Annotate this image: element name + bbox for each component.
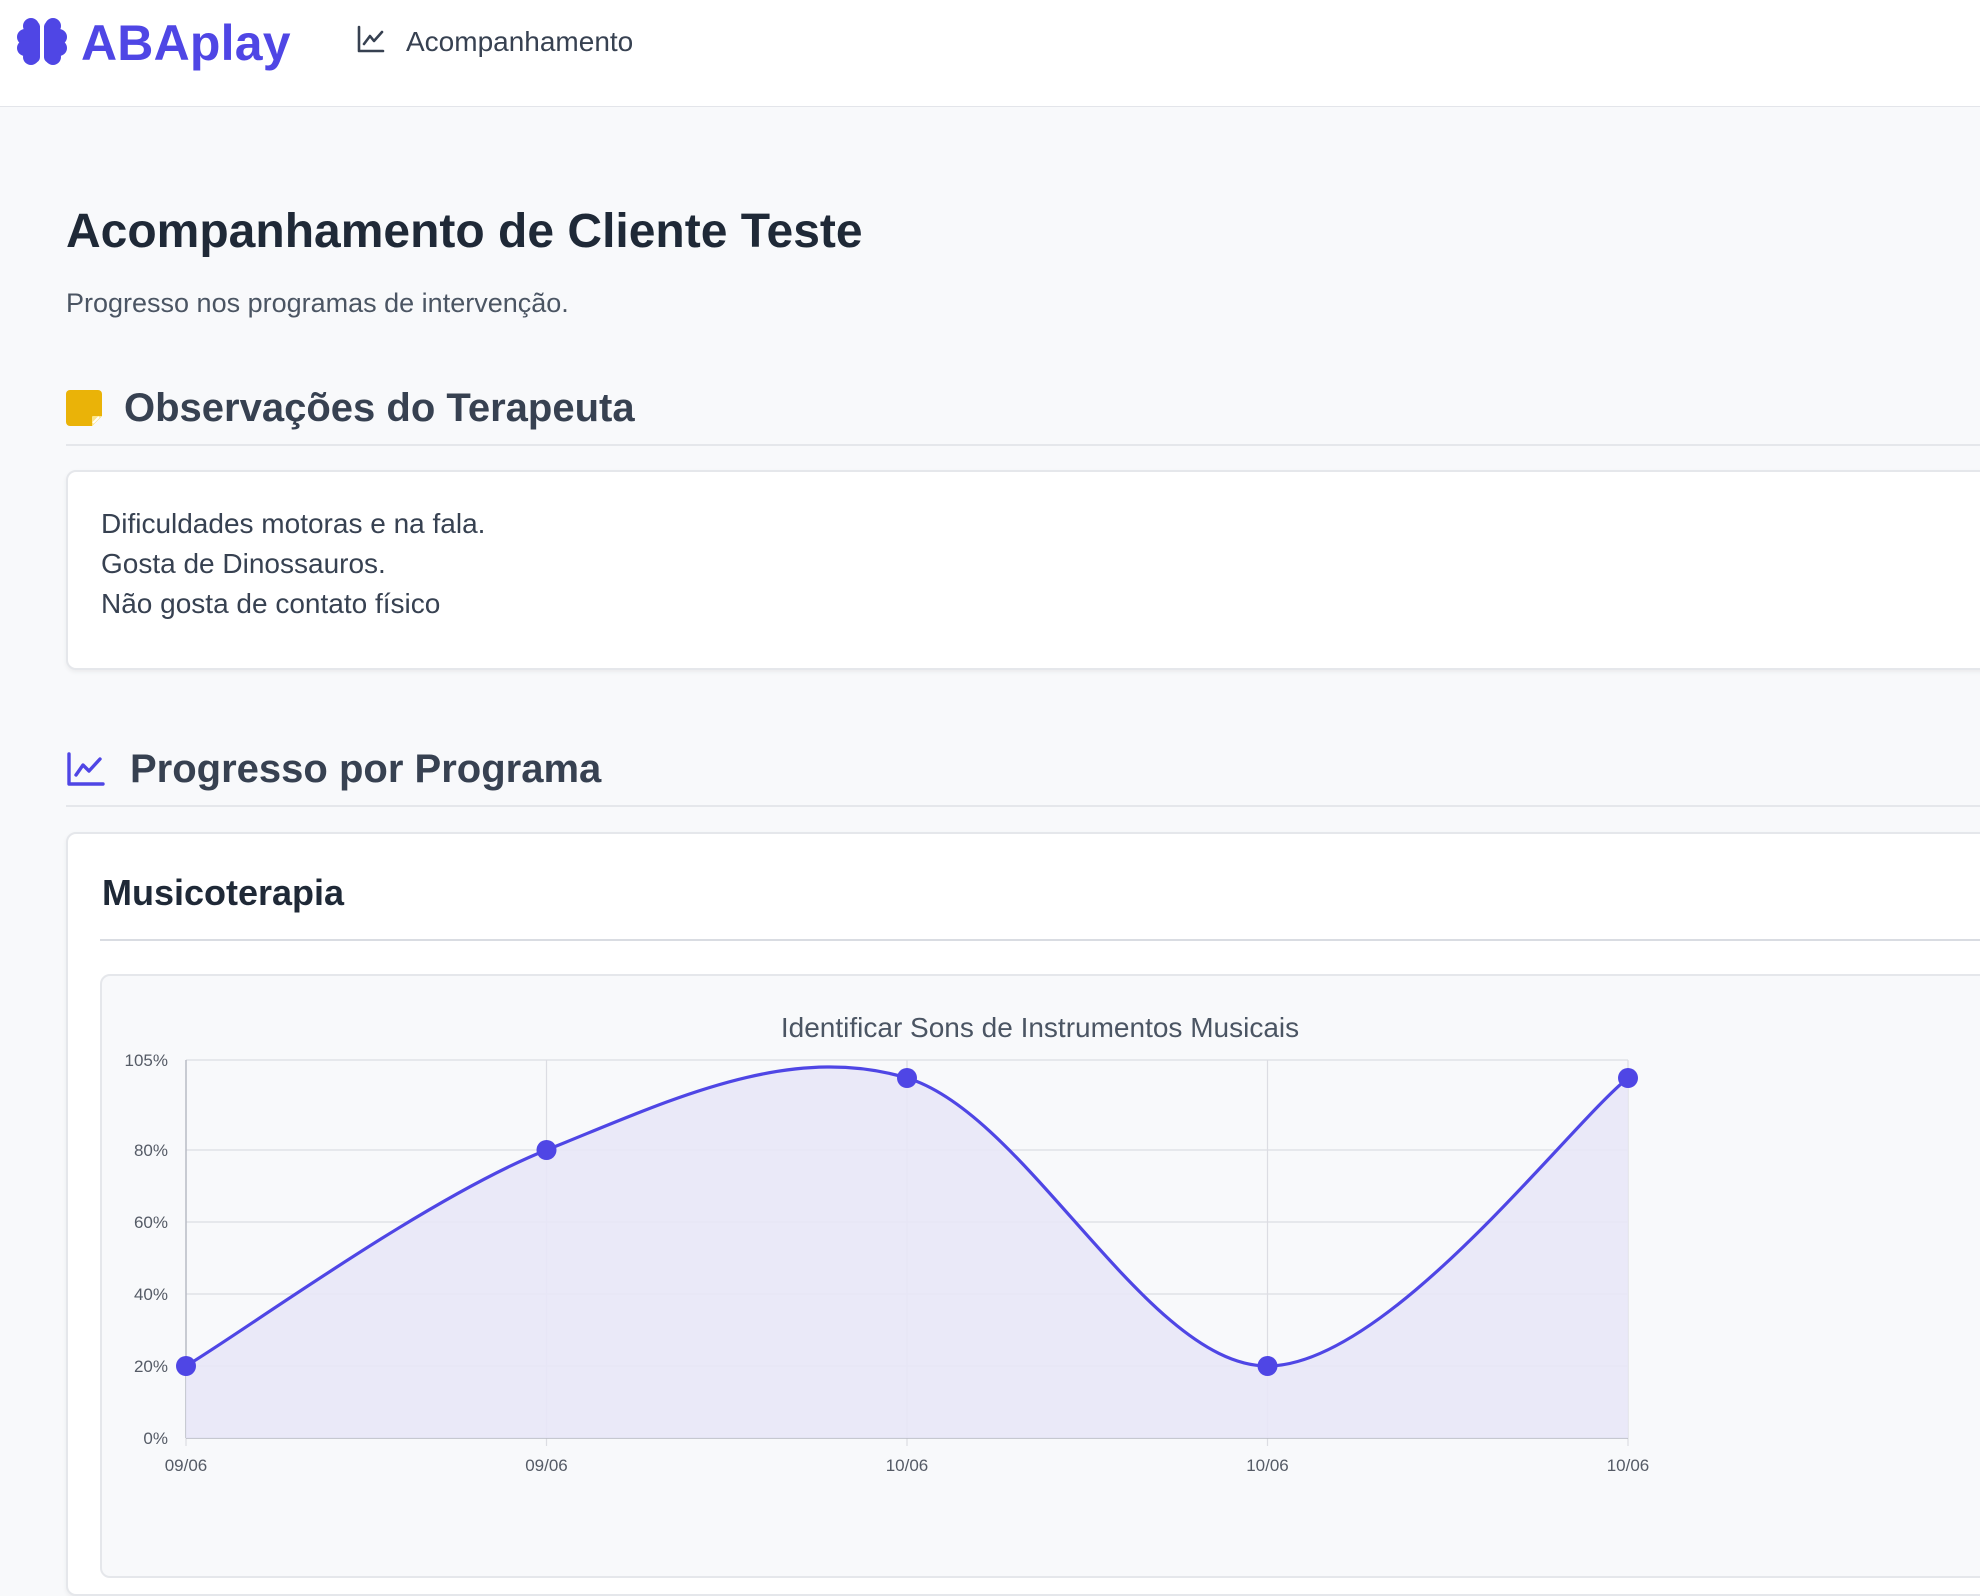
y-tick-label: 20% — [134, 1357, 168, 1376]
nav-acompanhamento[interactable]: Acompanhamento — [356, 24, 633, 59]
y-tick-label: 105% — [125, 1051, 168, 1070]
series-area — [186, 1067, 1628, 1438]
x-tick-label: 10/06 — [1607, 1456, 1650, 1475]
nav-label: Acompanhamento — [406, 25, 634, 57]
data-point — [536, 1140, 557, 1160]
observations-card: Dificuldades motoras e na fala. Gosta de… — [66, 470, 1980, 670]
x-tick-label: 09/06 — [165, 1456, 208, 1475]
y-tick-label: 60% — [134, 1213, 168, 1232]
divider — [100, 939, 1980, 941]
chart-container: Identificar Sons de Instrumentos Musicai… — [100, 974, 1980, 1578]
chart-line-icon — [66, 751, 106, 787]
observation-line: Gosta de Dinossauros. — [101, 548, 386, 579]
progress-title: Progresso por Programa — [130, 746, 602, 791]
brand-name: ABAplay — [81, 15, 291, 71]
data-point — [897, 1068, 917, 1088]
brand-logo[interactable]: ABAplay — [17, 14, 291, 72]
top-navbar: ABAplay Acompanhamento — [0, 0, 1980, 107]
observations-title: Observações do Terapeuta — [124, 385, 635, 430]
program-card: Musicoterapia Identificar Sons de Instru… — [66, 832, 1980, 1596]
page-subtitle: Progresso nos programas de intervenção. — [66, 288, 569, 318]
observation-line: Não gosta de contato físico — [101, 588, 441, 619]
progress-header: Progresso por Programa — [66, 733, 1980, 807]
y-tick-label: 0% — [143, 1429, 168, 1448]
data-point — [1618, 1068, 1638, 1088]
program-title: Musicoterapia — [102, 872, 345, 913]
chart-line-icon — [356, 24, 386, 59]
observations-header: Observações do Terapeuta — [66, 372, 1980, 446]
progress-chart: 0% 20% 40% 60% 80% 105% 09/06 09/06 10/06 10/06 10… — [125, 1051, 1650, 1475]
data-point — [1257, 1356, 1278, 1376]
y-tick-label: 40% — [134, 1285, 168, 1304]
brain-icon — [17, 15, 67, 72]
page-title: Acompanhamento de Cliente Teste — [66, 205, 863, 258]
y-tick-label: 80% — [134, 1141, 168, 1160]
x-tick-label: 10/06 — [1246, 1456, 1289, 1475]
sticky-note-icon — [66, 390, 102, 426]
observation-line: Dificuldades motoras e na fala. — [101, 508, 486, 539]
data-point — [176, 1356, 196, 1376]
x-tick-label: 09/06 — [525, 1456, 568, 1475]
x-tick-label: 10/06 — [886, 1456, 929, 1475]
